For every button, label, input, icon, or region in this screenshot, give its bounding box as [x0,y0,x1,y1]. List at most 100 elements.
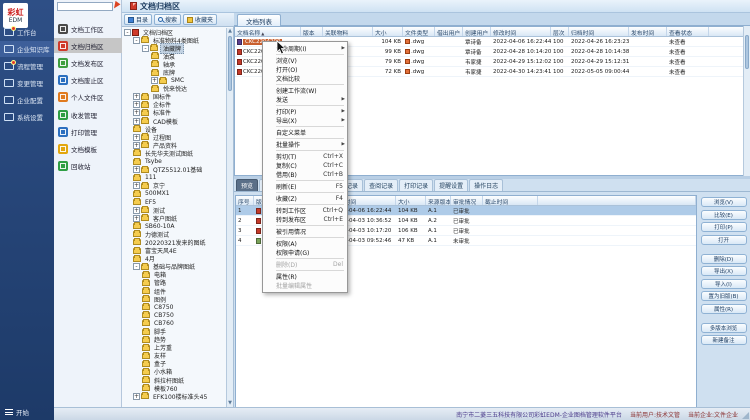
detail-tab[interactable]: 打印记录 [399,179,433,191]
menu-item[interactable]: 自定义菜单 [263,128,347,137]
tab-document-list[interactable]: 文档列表 [237,14,281,26]
menu-item[interactable]: 文档比较 [263,74,347,83]
column-header[interactable]: 文档名称▲ [235,27,301,36]
column-header[interactable]: 大小 [396,196,426,205]
sidebar-item[interactable]: 企业配置 [0,92,54,108]
expand-icon[interactable]: + [133,393,140,400]
tree-node[interactable]: 富宝天风4E [122,247,226,255]
column-header[interactable]: 关联物料 [323,27,373,36]
menu-item[interactable]: 创建工作流(W) [263,86,347,95]
expand-icon[interactable]: + [133,142,140,149]
column-header[interactable]: 版本 [301,27,323,36]
menu-item[interactable]: 收藏(Z)F4 [263,194,347,203]
action-button[interactable]: 置为旧版(B) [701,291,747,301]
tree-node[interactable]: 上芳重 [122,344,226,352]
tree-scrollbar[interactable]: ▲ ▼ [226,28,233,407]
start-button[interactable]: 开始 [0,405,54,418]
scroll-down-icon[interactable]: ▼ [227,400,233,407]
tree-node[interactable]: +QTZ5512.01基础 [122,166,226,174]
tree-node[interactable]: 电箱 [122,271,226,279]
expand-icon[interactable]: + [133,101,140,108]
menu-item[interactable]: 权限(A) [263,239,347,248]
search-input[interactable] [57,2,113,11]
menu-item[interactable]: 浏览(V) [263,56,347,65]
tree-node[interactable]: -基础与品牌图纸 [122,263,226,271]
column-header[interactable]: 文件类型 [403,27,435,36]
nav-item[interactable]: 文档归档区 [54,38,122,53]
tree-node[interactable]: C8750 [122,303,226,311]
detail-tab[interactable]: 预览 [236,179,258,191]
menu-item[interactable]: 权限申请(G) [263,248,347,257]
collapse-icon[interactable]: - [142,45,149,52]
action-button[interactable]: 新建备注 [701,335,747,345]
action-button[interactable]: 比较(E) [701,210,747,220]
expand-icon[interactable]: + [133,207,140,214]
sidebar-item[interactable]: 企业知识库 [0,41,54,57]
tree-node[interactable]: CB760 [122,319,226,327]
tree-node[interactable]: +京宁 [122,182,226,190]
tree-node[interactable]: 脚手 [122,327,226,335]
tree-node[interactable]: SB60-10A [122,222,226,230]
nav-item[interactable]: 个人文件区 [54,90,122,105]
expand-icon[interactable]: + [133,118,140,125]
expand-icon[interactable]: + [133,215,140,222]
menu-item[interactable]: 发送▶ [263,95,347,104]
tree-scroll-thumb[interactable] [228,36,232,91]
tree-node[interactable]: 友样 [122,352,226,360]
nav-item[interactable]: 文档发布区 [54,55,122,70]
column-header[interactable]: 来源版本 [426,196,451,205]
favorites-button[interactable]: 收藏夹 [183,14,217,25]
column-header[interactable]: 序号 [236,196,254,205]
sidebar-item[interactable]: 变更管理 [0,75,54,91]
tree-node[interactable]: 设备 [122,125,226,133]
sidebar-item[interactable]: 工作台 [0,24,54,40]
column-header[interactable]: 借出用户 [435,27,463,36]
action-button[interactable]: 多版本浏览 [701,323,747,333]
collapse-icon[interactable]: - [133,263,140,270]
tree-node[interactable]: 111 [122,174,226,182]
tree-node[interactable]: +企标件 [122,101,226,109]
tree-node[interactable]: +CAD模板 [122,117,226,125]
action-button[interactable]: 导入(I) [701,279,747,289]
tree-node[interactable]: 长先华夫测试图纸 [122,149,226,157]
tree-node[interactable]: +客户图纸 [122,214,226,222]
nav-item[interactable]: 文档模板 [54,141,122,156]
menu-item[interactable]: 剪切(T)Ctrl+X [263,152,347,161]
directory-button[interactable]: 目录 [124,14,152,25]
action-button[interactable]: 打开 [701,235,747,245]
action-button[interactable]: 浏览(V) [701,197,747,207]
column-header[interactable]: 查看状态 [667,27,709,36]
tree-node[interactable]: 悦来悦达 [122,85,226,93]
tree-node[interactable]: 底牌 [122,68,226,76]
expand-icon[interactable]: + [151,77,158,84]
nav-item[interactable]: 回收站 [54,159,122,174]
detail-tab[interactable]: 提醒设置 [434,179,468,191]
nav-item[interactable]: 文档废止区 [54,73,122,88]
column-header[interactable]: 创建用户 [463,27,491,36]
menu-item[interactable]: 转到工作区Ctrl+Q [263,206,347,215]
action-button[interactable]: 属性(R) [701,304,747,314]
search-button[interactable]: 搜索 [154,14,181,25]
expand-icon[interactable]: + [133,109,140,116]
action-button[interactable]: 删除(D) [701,254,747,264]
menu-item[interactable]: 刷新(E)F5 [263,182,347,191]
menu-item[interactable]: 借用(B)Ctrl+B [263,170,347,179]
resize-grip[interactable] [742,412,749,419]
expand-icon[interactable]: + [133,93,140,100]
document-table-scrollbar[interactable] [743,26,750,176]
tree-node[interactable]: +EFK100楼标准头45 [122,392,226,400]
tree-node[interactable]: 500MX1 [122,190,226,198]
sidebar-item[interactable]: 流程管理 [0,58,54,74]
tree-node[interactable]: 组件 [122,287,226,295]
tree-node[interactable]: CB750 [122,311,226,319]
expand-icon[interactable]: + [133,134,140,141]
scroll-up-icon[interactable]: ▲ [227,28,233,35]
tree-node[interactable]: 图例 [122,295,226,303]
nav-item[interactable]: 收发管理 [54,107,122,122]
menu-item[interactable]: 被引用情况 [263,227,347,236]
column-header[interactable]: 截止时间 [483,196,538,205]
action-button[interactable]: 打印(P) [701,222,747,232]
column-header[interactable]: 审批情况 [451,196,483,205]
scroll-thumb[interactable] [745,35,749,69]
sidebar-item[interactable]: 系统设置 [0,109,54,125]
